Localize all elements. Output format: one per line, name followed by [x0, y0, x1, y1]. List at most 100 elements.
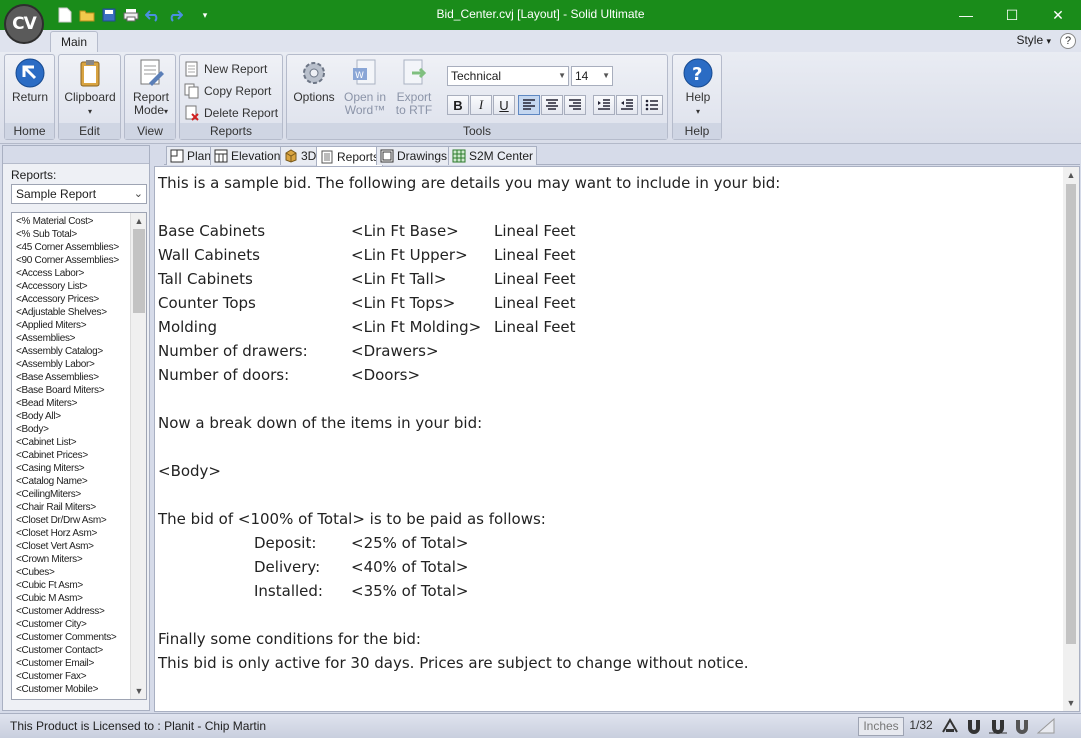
- field-list-item[interactable]: <Customer City>: [16, 618, 128, 631]
- outdent-button[interactable]: [616, 95, 638, 115]
- field-list-item[interactable]: <% Sub Total>: [16, 228, 128, 241]
- align-right-button[interactable]: [564, 95, 586, 115]
- word-icon: W: [353, 59, 376, 85]
- field-list-item[interactable]: <Customer Fax>: [16, 670, 128, 683]
- document-scrollbar[interactable]: ▲ ▼: [1063, 167, 1079, 711]
- open-in-word-button[interactable]: W Open in Word™: [340, 57, 390, 117]
- indent-button[interactable]: [593, 95, 615, 115]
- field-list-item[interactable]: <Cabinet List>: [16, 436, 128, 449]
- detail-row: Number of drawers: <Drawers>: [158, 339, 1058, 363]
- return-button[interactable]: Return: [7, 57, 53, 104]
- field-list-item[interactable]: <Adjustable Shelves>: [16, 306, 128, 319]
- field-list-item[interactable]: <Bead Miters>: [16, 397, 128, 410]
- field-list-item[interactable]: <Assemblies>: [16, 332, 128, 345]
- precision-field[interactable]: 1/32: [906, 717, 936, 736]
- field-list-item[interactable]: <Customer Contact>: [16, 644, 128, 657]
- field-list-item[interactable]: <Base Assemblies>: [16, 371, 128, 384]
- tab-drawings[interactable]: Drawings: [376, 146, 452, 165]
- tab-reports[interactable]: Reports: [316, 146, 384, 166]
- italic-button[interactable]: I: [470, 95, 492, 115]
- tab-3d[interactable]: 3D: [280, 146, 321, 165]
- detail-row: Number of doors: <Doors>: [158, 363, 1058, 387]
- grid-snap-icon[interactable]: [988, 717, 1008, 735]
- field-list-item[interactable]: <Accessory Prices>: [16, 293, 128, 306]
- new-report-button[interactable]: New Report: [184, 59, 267, 79]
- field-list-item[interactable]: <Customer Mobile>: [16, 683, 128, 696]
- copy-report-button[interactable]: Copy Report: [184, 81, 271, 101]
- field-list-item[interactable]: <Closet Horz Asm>: [16, 527, 128, 540]
- field-list-item[interactable]: <Casing Miters>: [16, 462, 128, 475]
- report-field-list[interactable]: <% Material Cost> <% Sub Total> <45 Corner…: [11, 212, 147, 700]
- tab-plan[interactable]: Plan: [166, 146, 216, 165]
- field-list-item[interactable]: <Crown Miters>: [16, 553, 128, 566]
- field-list-item[interactable]: <Cubes>: [16, 566, 128, 579]
- report-mode-button[interactable]: Report Mode▾: [126, 57, 176, 118]
- field-list-item[interactable]: <Cubic M Asm>: [16, 592, 128, 605]
- report-editor[interactable]: This is a sample bid. The following are …: [154, 166, 1080, 712]
- field-list-item[interactable]: <Accessory List>: [16, 280, 128, 293]
- field-list-item[interactable]: <Closet Dr/Drw Asm>: [16, 514, 128, 527]
- snap-icon[interactable]: [940, 717, 960, 735]
- units-field[interactable]: Inches: [858, 717, 904, 736]
- field-list-item[interactable]: <Catalog Name>: [16, 475, 128, 488]
- report-select[interactable]: Sample Report ⌄: [11, 184, 147, 204]
- underline-button[interactable]: U: [493, 95, 515, 115]
- font-size-select[interactable]: 14 ▼: [571, 66, 613, 86]
- field-list-item[interactable]: <Assembly Catalog>: [16, 345, 128, 358]
- conditions-text: This bid is only active for 30 days. Pri…: [158, 654, 749, 672]
- maximize-icon[interactable]: ☐: [989, 0, 1035, 30]
- align-center-button[interactable]: [541, 95, 563, 115]
- app-logo[interactable]: CV: [4, 4, 44, 44]
- clipboard-button[interactable]: Clipboard ▾: [61, 57, 119, 118]
- scroll-down-icon[interactable]: ▼: [131, 683, 146, 699]
- scroll-down-icon[interactable]: ▼: [1063, 695, 1079, 711]
- field-list-item[interactable]: <Customer Address>: [16, 605, 128, 618]
- field-list-item[interactable]: <Applied Miters>: [16, 319, 128, 332]
- angle-icon[interactable]: [1036, 717, 1056, 735]
- field-list-item[interactable]: <Assembly Labor>: [16, 358, 128, 371]
- tab-elevation[interactable]: Elevation: [210, 146, 285, 165]
- group-tools: Options W Open in Word™ Export to RTF Tech…: [286, 54, 668, 140]
- close-icon[interactable]: ✕: [1035, 0, 1081, 30]
- tab-s2m-center[interactable]: S2M Center: [448, 146, 538, 165]
- elevation-icon: [214, 149, 228, 163]
- field-list-item[interactable]: <Body>: [16, 423, 128, 436]
- minimize-icon[interactable]: —: [943, 0, 989, 30]
- scroll-up-icon[interactable]: ▲: [1063, 167, 1079, 183]
- panel-grip[interactable]: [3, 146, 149, 164]
- magnet-icon[interactable]: [964, 717, 984, 735]
- scroll-up-icon[interactable]: ▲: [131, 213, 146, 229]
- ribbon-help-icon[interactable]: ?: [1060, 33, 1076, 49]
- field-list-item[interactable]: <Cubic Ft Asm>: [16, 579, 128, 592]
- scroll-thumb[interactable]: [1066, 184, 1076, 644]
- style-menu[interactable]: Style ▾: [1016, 33, 1051, 47]
- field-list-item[interactable]: <Customer Comments>: [16, 631, 128, 644]
- delete-report-button[interactable]: Delete Report: [184, 103, 278, 123]
- report-document[interactable]: This is a sample bid. The following are …: [158, 171, 1058, 675]
- tab-main[interactable]: Main: [50, 31, 98, 53]
- ortho-icon[interactable]: [1012, 717, 1032, 735]
- field-list-item[interactable]: <CeilingMiters>: [16, 488, 128, 501]
- field-list-item[interactable]: <Cabinet Prices>: [16, 449, 128, 462]
- field-list-item[interactable]: <% Material Cost>: [16, 215, 128, 228]
- field-list-item[interactable]: <90 Corner Assemblies>: [16, 254, 128, 267]
- clipboard-icon: [80, 60, 100, 87]
- help-button[interactable]: ? Help ▾: [675, 57, 721, 118]
- scroll-thumb[interactable]: [133, 229, 145, 313]
- field-list-item[interactable]: <Base Board Miters>: [16, 384, 128, 397]
- field-list-item[interactable]: <Chair Rail Miters>: [16, 501, 128, 514]
- field-list-scrollbar[interactable]: ▲ ▼: [130, 213, 146, 699]
- field-list-item[interactable]: <Body All>: [16, 410, 128, 423]
- bold-button[interactable]: B: [447, 95, 469, 115]
- field-list-item[interactable]: <Customer Email>: [16, 657, 128, 670]
- bullets-button[interactable]: [641, 95, 663, 115]
- export-rtf-button[interactable]: Export to RTF: [392, 57, 436, 117]
- field-list-item[interactable]: <Closet Vert Asm>: [16, 540, 128, 553]
- font-name-select[interactable]: Technical ▼: [447, 66, 569, 86]
- field-list-item[interactable]: <45 Corner Assemblies>: [16, 241, 128, 254]
- field-list-item[interactable]: <Access Labor>: [16, 267, 128, 280]
- svg-text:?: ?: [692, 64, 702, 85]
- options-button[interactable]: Options: [290, 57, 338, 104]
- open-in-word-label-1: Open in: [343, 90, 387, 104]
- align-left-button[interactable]: [518, 95, 540, 115]
